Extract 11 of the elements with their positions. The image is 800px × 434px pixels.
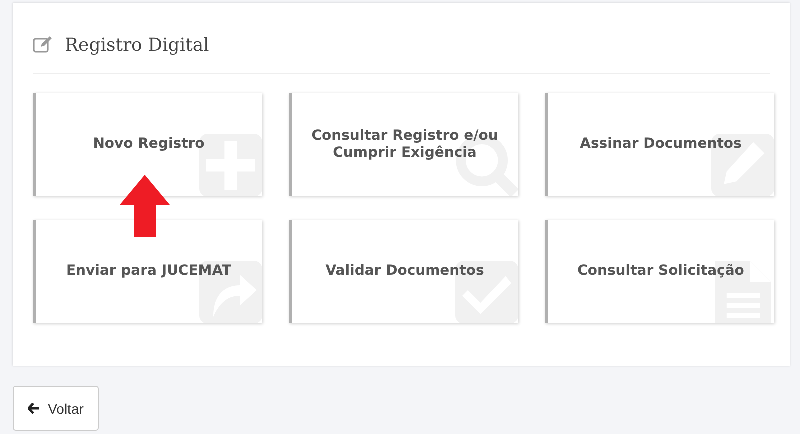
menu-card[interactable]: Consultar Solicitação [545, 220, 774, 323]
arrow-left-icon [28, 403, 40, 414]
menu-card[interactable]: Enviar para JUCEMAT [33, 220, 262, 323]
arrow-annotation [120, 175, 170, 237]
menu-card[interactable]: Novo Registro [33, 93, 262, 196]
menu-card[interactable]: Consultar Registro e/ou Cumprir Exigência [289, 93, 518, 196]
menu-card[interactable]: Validar Documentos [289, 220, 518, 323]
edit-icon [33, 36, 53, 54]
back-button[interactable]: Voltar [13, 386, 99, 431]
menu-card[interactable]: Assinar Documentos [545, 93, 774, 196]
panel-title: Registro Digital [65, 34, 210, 56]
